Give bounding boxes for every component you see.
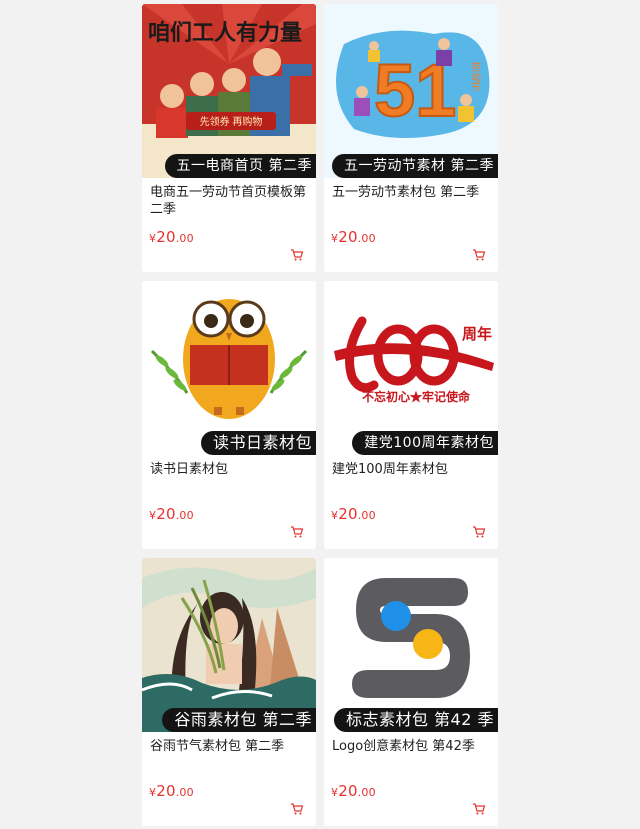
price-integer: 20 [156,505,176,523]
s-logo-icon [324,558,498,732]
art-side-text: 劳动节 [469,61,481,93]
product-banner: 读书日素材包 [200,431,316,455]
product-card[interactable]: 标志素材包 第42 季 Logo创意素材包 第42季 ¥20.00 [324,558,498,826]
product-banner: 标志素材包 第42 季 [333,708,498,732]
cart-icon[interactable] [290,248,304,262]
price-decimal: .00 [357,509,376,522]
product-thumbnail[interactable]: 周年 不忘初心★牢记使命 建党100周年素材包 [324,281,498,455]
grain-rain-illustration-icon [142,558,316,732]
product-title[interactable]: 建党100周年素材包 [324,455,498,495]
cart-icon[interactable] [290,802,304,816]
price-integer: 20 [338,228,358,246]
product-banner: 五一劳动节素材 第二季 [332,154,498,178]
product-title[interactable]: 读书日素材包 [142,455,316,495]
poster-subline: 先领券 再购物 [200,115,263,128]
product-grid: 咱们工人有力量 先领券 再购物 五一电商首页 第二季 电商五一劳动节首页模板第二… [142,4,498,826]
price-decimal: .00 [357,232,376,245]
price-decimal: .00 [357,786,376,799]
product-card[interactable]: 周年 不忘初心★牢记使命 建党100周年素材包 建党100周年素材包 ¥20.0… [324,281,498,549]
poster-headline: 咱们工人有力量 [148,20,302,45]
price-integer: 20 [156,782,176,800]
owl-reading-icon [142,281,316,455]
product-banner: 谷雨素材包 第二季 [162,708,316,732]
cart-icon[interactable] [472,525,486,539]
product-price: ¥20.00 [149,228,194,246]
product-price: ¥20.00 [149,782,194,800]
price-integer: 20 [156,228,176,246]
price-integer: 20 [338,782,358,800]
product-card[interactable]: 咱们工人有力量 先领券 再购物 五一电商首页 第二季 电商五一劳动节首页模板第二… [142,4,316,272]
labor-poster-icon: 咱们工人有力量 先领券 再购物 [142,4,316,178]
product-price: ¥20.00 [331,505,376,523]
product-thumbnail[interactable]: 读书日素材包 [142,281,316,455]
product-card[interactable]: 谷雨素材包 第二季 谷雨节气素材包 第二季 ¥20.00 [142,558,316,826]
product-title[interactable]: 五一劳动节素材包 第二季 [324,178,498,218]
price-decimal: .00 [175,786,194,799]
centenary-logo-icon: 周年 不忘初心★牢记使命 [324,281,498,455]
cart-icon[interactable] [290,525,304,539]
product-thumbnail[interactable]: 谷雨素材包 第二季 [142,558,316,732]
51-art-icon: 51 劳动节 [324,4,498,178]
product-price: ¥20.00 [331,228,376,246]
cart-icon[interactable] [472,802,486,816]
cart-icon[interactable] [472,248,486,262]
product-thumbnail[interactable]: 标志素材包 第42 季 [324,558,498,732]
product-price: ¥20.00 [331,782,376,800]
product-card[interactable]: 读书日素材包 读书日素材包 ¥20.00 [142,281,316,549]
product-title[interactable]: 电商五一劳动节首页模板第二季 [142,178,316,218]
price-decimal: .00 [175,232,194,245]
art-slogan-text: 不忘初心★牢记使命 [362,389,471,404]
product-banner: 建党100周年素材包 [352,431,498,455]
product-thumbnail[interactable]: 咱们工人有力量 先领券 再购物 五一电商首页 第二季 [142,4,316,178]
price-decimal: .00 [175,509,194,522]
product-thumbnail[interactable]: 51 劳动节 五一劳动节素材 第二季 [324,4,498,178]
product-title[interactable]: Logo创意素材包 第42季 [324,732,498,772]
product-banner: 五一电商首页 第二季 [164,154,316,178]
product-price: ¥20.00 [149,505,194,523]
price-integer: 20 [338,505,358,523]
product-card[interactable]: 51 劳动节 五一劳动节素材 第二季 五一劳动节素材包 第二季 ¥20.00 [324,4,498,272]
product-title[interactable]: 谷雨节气素材包 第二季 [142,732,316,772]
art-year-text: 周年 [462,325,492,343]
